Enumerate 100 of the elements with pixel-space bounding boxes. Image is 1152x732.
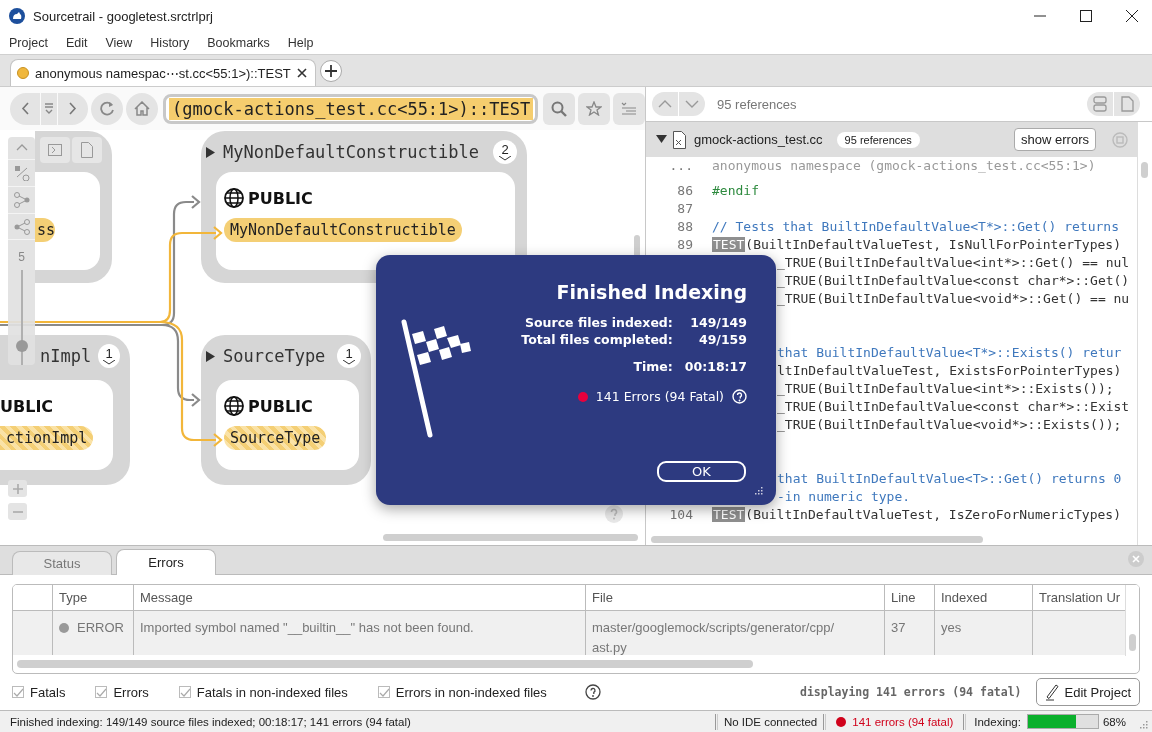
home-icon [134, 101, 150, 116]
scrollbar-thumb[interactable] [651, 536, 983, 543]
close-icon[interactable] [1126, 10, 1138, 22]
reference-count: 95 references [717, 96, 797, 112]
terminal-button[interactable] [40, 137, 70, 163]
column-header[interactable]: Type [52, 585, 134, 610]
menu-item[interactable]: Edit [56, 36, 97, 50]
tab[interactable]: anonymous namespac⋯st.cc<55:1>)::TEST [10, 59, 316, 86]
close-icon[interactable] [296, 68, 307, 78]
column-header[interactable]: Line [885, 585, 935, 610]
search-field[interactable]: (gmock-actions_test.cc<55:1>)::TEST [163, 93, 538, 124]
refresh-button[interactable] [91, 92, 123, 125]
checkbox-label[interactable]: Fatals [30, 684, 66, 700]
code-line: anonymous namespace (gmock-actions_test.cc<55:1>) [712, 158, 1096, 173]
triangle-right-icon[interactable] [205, 146, 216, 158]
zoom-out-button[interactable] [8, 503, 27, 520]
line-number: 87 [676, 200, 693, 216]
scrollbar-thumb[interactable] [1129, 634, 1136, 651]
dot-icon [59, 623, 69, 633]
star-icon [586, 101, 602, 116]
code-line: ltInDefaultValueTest, ExistsForPointerTypes) [777, 362, 1122, 378]
error-count: displaying 141 errors (94 fatal) [799, 685, 1022, 699]
table-cell-text: ERROR [77, 619, 124, 637]
checkbox-label[interactable]: Errors [113, 684, 149, 700]
checkbox-label[interactable]: Errors in non-indexed files [395, 684, 547, 700]
tab[interactable]: Errors [116, 549, 216, 575]
count-badge[interactable]: 1 [98, 344, 120, 368]
member-pill[interactable]: ctionImpl [0, 426, 94, 450]
menu-item[interactable]: Project [0, 36, 57, 50]
single-file-button[interactable] [1114, 92, 1140, 116]
member-pill[interactable]: MyNonDefaultConstructible [224, 218, 462, 242]
new-tab-button[interactable] [319, 60, 342, 82]
split-icon [1093, 96, 1107, 112]
next-button[interactable] [679, 92, 705, 116]
checkbox[interactable] [377, 686, 390, 698]
chevron-right-icon [68, 101, 78, 116]
bookmarks-button[interactable] [613, 92, 645, 125]
scrollbar-thumb[interactable] [1141, 162, 1148, 178]
menu-item[interactable]: View [96, 36, 142, 50]
code-line: that BuiltInDefaultValue<T>::Get() returns 0 [777, 470, 1122, 486]
edit-project-button[interactable]: Edit Project [1035, 678, 1140, 706]
file-button[interactable] [72, 137, 102, 163]
stat-label: Total files completed: [521, 331, 673, 348]
triangle-right-icon[interactable] [205, 350, 216, 362]
class-node[interactable]: nImpl 1 UBLIC ctionImpl [0, 335, 130, 485]
class-node[interactable]: MyNonDefaultConstructible 2 PUBLIC MyNonDefaultConstructible [201, 131, 527, 283]
member-pill[interactable]: SourceType [224, 426, 327, 450]
previous-button[interactable] [652, 92, 678, 116]
bookmark-button[interactable] [578, 92, 610, 125]
search-button[interactable] [543, 92, 575, 125]
code-line: that BuiltInDefaultValue<T*>::Exists() retur [777, 344, 1122, 360]
home-button[interactable] [126, 92, 158, 125]
resize-grip-icon[interactable] [1140, 720, 1148, 729]
maximize-icon[interactable] [1080, 10, 1092, 22]
reference-badge: 95 references [836, 131, 920, 148]
check-icon [179, 687, 190, 697]
zoom-in-button[interactable] [8, 480, 27, 497]
menu-item[interactable]: History [141, 36, 199, 50]
count-badge[interactable]: 2 [493, 140, 517, 164]
checkbox[interactable] [178, 686, 191, 698]
member-pill[interactable]: ss [35, 218, 55, 242]
stat-label: Time: [632, 359, 673, 376]
menu-item[interactable]: Bookmarks [198, 36, 279, 50]
count-badge[interactable]: 1 [337, 344, 361, 368]
column-header[interactable]: Indexed [935, 585, 1033, 610]
graph-icon [13, 191, 30, 208]
tab[interactable]: Status [12, 551, 112, 575]
code-line: _TRUE(BuiltInDefaultValue<int*>::Get() == nul [777, 254, 1130, 270]
checkbox[interactable] [95, 686, 108, 698]
window-title: Sourcetrail - googletest.srctrlprj [33, 8, 213, 24]
diagram-icon [13, 164, 30, 181]
dialog-title: Finished Indexing [556, 281, 747, 303]
class-node[interactable]: SourceType 1 PUBLIC SourceType [201, 335, 371, 485]
forward-button[interactable] [58, 92, 88, 125]
ok-button[interactable]: OK [657, 461, 746, 482]
ide-status: No IDE connected [723, 715, 818, 728]
error-status[interactable]: 141 errors (94 fatal) [852, 715, 954, 728]
help-icon[interactable] [584, 684, 601, 700]
show-errors-button[interactable]: show errors [1014, 128, 1096, 151]
scrollbar-thumb[interactable] [383, 534, 638, 541]
split-view-button[interactable] [1087, 92, 1113, 116]
scrollbar-thumb[interactable] [17, 660, 753, 668]
resize-grip-icon[interactable] [755, 487, 763, 495]
line-number: 89 [676, 236, 693, 252]
table-cell-text: master/googlemock/scripts/generator/cpp/ ast.py [592, 619, 835, 655]
column-header[interactable]: Message [134, 585, 586, 610]
code-line: // Tests that BuiltInDefaultValue<T*>::Get() returns [712, 218, 1119, 234]
column-header[interactable]: File [586, 585, 885, 610]
table-row[interactable]: ERROR Imported symbol named "__builtin__" has not been found. master/googlemock/scripts/generator/cpp/ ast.py 37 yes [13, 611, 1127, 655]
menu-item[interactable]: Help [278, 36, 323, 50]
stat-value: 149/149 [689, 315, 747, 332]
file-name: gmock-actions_test.cc [694, 132, 823, 147]
history-button[interactable] [41, 92, 57, 125]
line-number: 104 [668, 506, 693, 522]
list-icon [621, 101, 637, 116]
checkbox-label[interactable]: Fatals in non-indexed files [196, 684, 348, 700]
checkbox[interactable] [12, 686, 24, 698]
back-button[interactable] [10, 92, 40, 125]
triangle-down-icon[interactable] [656, 134, 667, 145]
status-message: Finished indexing: 149/149 source files indexed; 00:18:17; 141 errors (94 fatal) [10, 715, 411, 728]
